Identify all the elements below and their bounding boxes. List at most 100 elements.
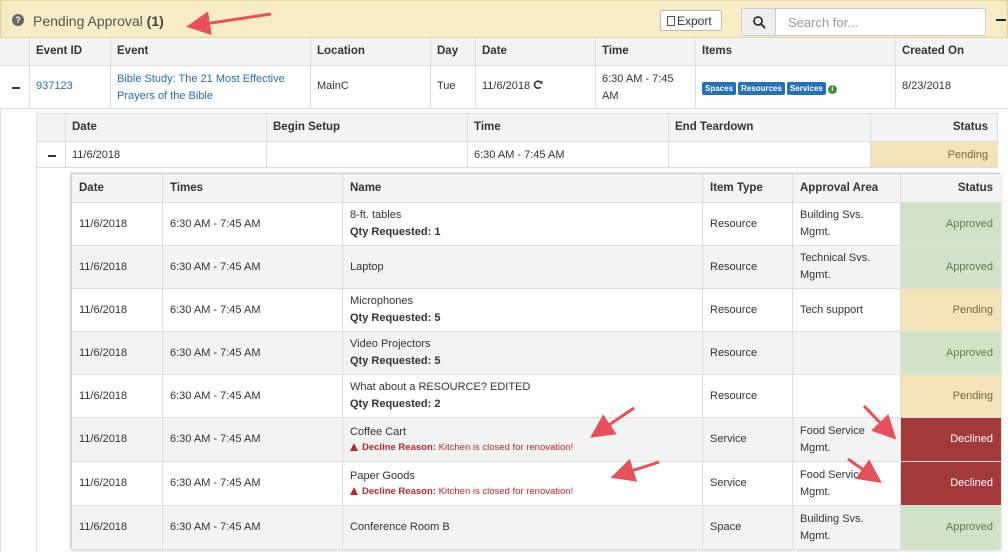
item-approval-area: [792, 375, 900, 417]
decline-reason: Decline Reason: Kitchen is closed for re…: [350, 485, 695, 499]
export-file-icon: [667, 16, 675, 26]
approval-area-line2: Mgmt.: [800, 529, 831, 542]
table-row[interactable]: 11/6/2018 6:30 AM - 7:45 AM Microphones Qty…: [72, 289, 1001, 332]
table-row[interactable]: 11/6/2018 6:30 AM - 7:45 AM What about a R…: [72, 375, 1001, 418]
item-approval-area: [792, 332, 900, 374]
col-event-id[interactable]: Event ID: [29, 38, 110, 65]
col-date[interactable]: Date: [475, 38, 595, 65]
item-times-text: 6:30 AM - 7:45 AM: [170, 433, 261, 445]
occ-begin-setup: [266, 142, 467, 167]
export-label: Export: [677, 14, 712, 28]
decline-text: Kitchen is closed for renovation!: [438, 486, 574, 497]
event-name-link[interactable]: Bible Study: The 21 Most Effective Prayer…: [117, 73, 285, 102]
search-input[interactable]: [775, 8, 986, 36]
item-approval-area: Building Svs. Mgmt.: [792, 203, 900, 245]
item-date: 11/6/2018: [72, 375, 162, 417]
dt-col-times[interactable]: Times: [162, 174, 342, 202]
item-date: 11/6/2018: [72, 246, 162, 288]
item-qty: Qty Requested: 1: [350, 226, 441, 238]
occ-collapse-cell[interactable]: [37, 142, 65, 167]
col-items[interactable]: Items: [695, 38, 895, 65]
item-times-text: 6:30 AM - 7:45 AM: [170, 217, 261, 230]
item-type: Resource: [702, 332, 792, 374]
item-times: 6:30 AM - 7:45 AM: [162, 375, 342, 417]
item-name-cell: Laptop: [342, 246, 702, 288]
occ-col-time[interactable]: Time: [467, 114, 668, 141]
info-icon[interactable]: i: [827, 85, 837, 94]
requested-items-table: Date Times Name Item Type Approval Area …: [71, 173, 1001, 550]
event-name-line2: Prayers of the Bible: [117, 90, 213, 102]
table-row[interactable]: 11/6/2018 6:30 AM - 7:45 AM Paper Goods Dec…: [72, 462, 1001, 506]
warning-icon: [350, 487, 358, 495]
event-id-link[interactable]: 937123: [36, 80, 73, 92]
status-text: Pending: [952, 389, 993, 402]
item-name: Laptop: [350, 260, 384, 273]
dt-col-name[interactable]: Name: [342, 174, 702, 202]
col-created-on[interactable]: Created On: [895, 38, 995, 65]
panel-header: ? Pending Approval (1) Export: [0, 0, 1008, 38]
status-text: Approved: [945, 521, 993, 533]
dt-col-status[interactable]: Status: [900, 174, 1001, 202]
item-date-text: 11/6/2018: [79, 217, 128, 230]
event-row: 937123 Bible Study: The 21 Most Effectiv…: [0, 66, 1008, 109]
occ-date: 11/6/2018: [65, 142, 266, 167]
badge-resources[interactable]: Resources: [738, 82, 785, 95]
collapse-panel-icon[interactable]: [996, 19, 1006, 21]
item-type: Resource: [702, 246, 792, 288]
occ-col-begin-setup[interactable]: Begin Setup: [266, 114, 467, 141]
table-row[interactable]: 11/6/2018 6:30 AM - 7:45 AM Video Projecto…: [72, 332, 1001, 375]
panel-title: Pending Approval (1): [33, 13, 164, 29]
col-event[interactable]: Event: [110, 38, 310, 65]
item-name-cell: What about a RESOURCE? EDITED Qty Request…: [342, 375, 702, 417]
item-type-text: Resource: [710, 217, 758, 230]
approval-area-line2: Mgmt.: [800, 226, 831, 238]
approval-area-line1: Technical Svs.: [800, 252, 871, 264]
time-line1: 6:30 AM - 7:45: [602, 73, 674, 85]
table-row[interactable]: 11/6/2018 6:30 AM - 7:45 AM 8-ft. tables Qt…: [72, 203, 1001, 246]
col-location[interactable]: Location: [310, 38, 430, 65]
dt-col-approval-area[interactable]: Approval Area: [792, 174, 900, 202]
approval-area-line1: Building Svs.: [800, 512, 864, 525]
item-times-text: 6:30 AM - 7:45 AM: [170, 346, 261, 359]
item-date-text: 11/6/2018: [79, 521, 128, 533]
collapse-icon[interactable]: [12, 87, 20, 89]
item-type-text: Resource: [710, 303, 758, 316]
occ-col-end-teardown[interactable]: End Teardown: [668, 114, 870, 141]
status-text: Approved: [945, 260, 993, 273]
col-day[interactable]: Day: [430, 38, 475, 65]
occ-collapse-icon[interactable]: [48, 155, 56, 157]
item-name: Microphones: [350, 295, 413, 307]
item-date-text: 11/6/2018: [79, 389, 128, 402]
table-row[interactable]: 11/6/2018 6:30 AM - 7:45 AM Coffee Cart Dec…: [72, 418, 1001, 462]
item-times: 6:30 AM - 7:45 AM: [162, 418, 342, 461]
question-circle-icon[interactable]: ?: [12, 14, 24, 26]
occ-col-date[interactable]: Date: [65, 114, 266, 141]
table-row[interactable]: 11/6/2018 6:30 AM - 7:45 AM Conference Roo…: [72, 506, 1001, 550]
status-badge: Pending: [900, 375, 1001, 417]
item-date: 11/6/2018: [72, 332, 162, 374]
badge-spaces[interactable]: Spaces: [702, 82, 737, 95]
dt-col-item-type[interactable]: Item Type: [702, 174, 792, 202]
table-row[interactable]: 11/6/2018 6:30 AM - 7:45 AM Laptop Resource…: [72, 246, 1001, 289]
search-icon: [753, 16, 766, 29]
item-qty: Qty Requested: 5: [350, 312, 441, 324]
dt-col-date[interactable]: Date: [72, 174, 162, 202]
recurring-icon[interactable]: [533, 80, 543, 90]
occ-col-status[interactable]: Status: [870, 114, 998, 141]
occ-time: 6:30 AM - 7:45 AM: [467, 142, 668, 167]
date-value: 11/6/2018: [482, 80, 531, 92]
collapse-event-cell[interactable]: [0, 66, 29, 108]
approval-area-line1: Food Service: [800, 468, 865, 481]
search-button[interactable]: [741, 8, 776, 36]
item-times-text: 6:30 AM - 7:45 AM: [170, 477, 261, 489]
badge-services[interactable]: Services: [786, 82, 826, 95]
status-badge: Declined: [900, 418, 1001, 461]
export-button[interactable]: Export: [660, 10, 722, 31]
item-name-cell: Microphones Qty Requested: 5: [342, 289, 702, 331]
item-type: Service: [702, 418, 792, 461]
item-name: Video Projectors: [350, 338, 431, 350]
status-text: Declined: [950, 477, 993, 489]
approval-area-line2: Mgmt.: [800, 441, 831, 454]
col-time[interactable]: Time: [595, 38, 695, 65]
decline-text: Kitchen is closed for renovation!: [438, 442, 574, 453]
